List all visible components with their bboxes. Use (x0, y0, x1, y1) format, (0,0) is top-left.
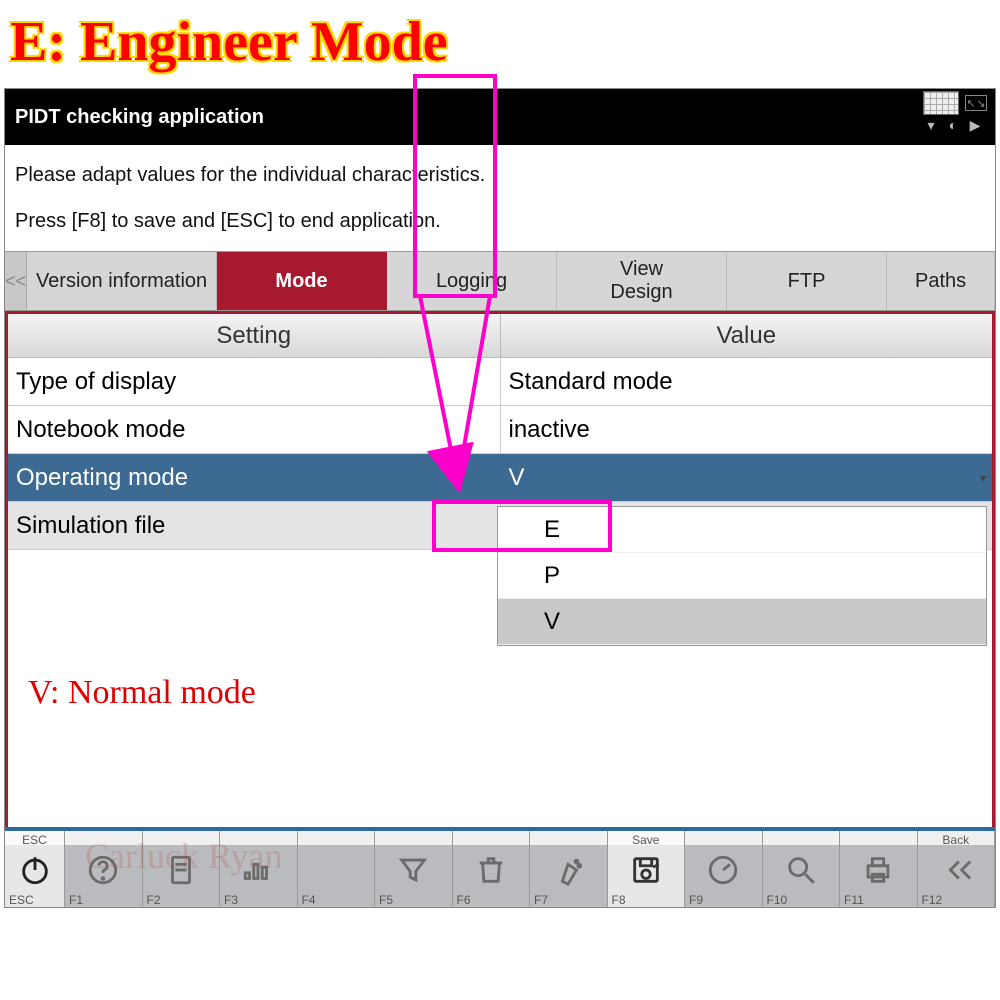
setting-label: Simulation file (8, 502, 500, 549)
setting-value[interactable]: V (500, 454, 993, 501)
dropdown-option-e[interactable]: E (498, 507, 986, 553)
tab-view-design[interactable]: View Design (557, 252, 727, 310)
dropdown-toggle-icon[interactable]: ▾ (976, 454, 990, 502)
topbar-right-controls: ↖↘ (923, 91, 987, 115)
fkey-f6[interactable]: F6 (453, 831, 531, 907)
fkey-label-bottom: ESC (5, 893, 64, 907)
blank-icon (298, 847, 375, 893)
funnel-icon[interactable]: ▾ (923, 117, 939, 133)
back-icon (918, 847, 995, 893)
setting-label: Type of display (8, 358, 500, 405)
settings-table: Setting Value Type of display Standard m… (5, 311, 995, 893)
fkey-f5[interactable]: F5 (375, 831, 453, 907)
gauge-icon (685, 847, 762, 893)
tab-scroll-left[interactable]: << (5, 252, 27, 310)
operating-mode-dropdown: E P V (497, 506, 987, 646)
fkey-f9[interactable]: F9 (685, 831, 763, 907)
tab-version-information[interactable]: Version information (27, 252, 217, 310)
row-operating-mode[interactable]: Operating mode V (8, 454, 992, 502)
app-window: PIDT checking application ↖↘ ▾ ◐ ▶ Pleas… (4, 88, 996, 908)
trash-icon (453, 847, 530, 893)
tab-ftp[interactable]: FTP (727, 252, 887, 310)
instruction-line-1: Please adapt values for the individual c… (15, 157, 985, 193)
printer-icon (840, 847, 917, 893)
search-icon (763, 847, 840, 893)
annotation-engineer-mode: E: Engineer Mode (10, 10, 448, 74)
fkey-f7[interactable]: F7 (530, 831, 608, 907)
fkey-f3[interactable]: F3 (220, 831, 298, 907)
save-icon (608, 847, 685, 893)
column-header-setting[interactable]: Setting (8, 314, 500, 358)
fkey-label-top: ESC (22, 833, 47, 847)
column-header-value[interactable]: Value (500, 314, 993, 358)
tab-logging[interactable]: Logging (387, 252, 557, 310)
fkey-f10[interactable]: F10 (763, 831, 841, 907)
tab-mode[interactable]: Mode (217, 252, 387, 310)
fkey-f2[interactable]: F2 (143, 831, 221, 907)
expand-icon[interactable]: ↖↘ (965, 95, 987, 111)
function-key-bar: ESC ESC F1 F2 F3 F4 F (5, 827, 995, 907)
dropdown-option-v[interactable]: V (498, 599, 986, 645)
help-icon (65, 847, 142, 893)
annotation-normal-mode: V: Normal mode (28, 674, 256, 712)
window-topbar: PIDT checking application ↖↘ ▾ ◐ ▶ (5, 89, 995, 145)
fkey-f8-save[interactable]: Save F8 (608, 831, 686, 907)
setting-label: Operating mode (8, 454, 500, 501)
fkey-f11[interactable]: F11 (840, 831, 918, 907)
setting-label: Notebook mode (8, 406, 500, 453)
fkey-f1[interactable]: F1 (65, 831, 143, 907)
play-icon[interactable]: ▶ (967, 117, 983, 133)
fkey-f4[interactable]: F4 (298, 831, 376, 907)
table-header-row: Setting Value (8, 314, 992, 358)
circle-icon[interactable]: ◐ (945, 117, 961, 133)
row-type-of-display[interactable]: Type of display Standard mode (8, 358, 992, 406)
dropdown-option-p[interactable]: P (498, 553, 986, 599)
fkey-label-top: Back (942, 833, 969, 847)
topbar-tool-icons: ▾ ◐ ▶ (923, 117, 983, 133)
tab-paths[interactable]: Paths (887, 252, 995, 310)
fkey-esc[interactable]: ESC ESC (5, 831, 65, 907)
signal-icon (220, 847, 297, 893)
tab-bar: << Version information Mode Logging View… (5, 251, 995, 311)
fkey-label-top: Save (632, 833, 659, 847)
grid-menu-icon[interactable] (923, 91, 959, 115)
funnel-icon (375, 847, 452, 893)
app-title: PIDT checking application (15, 106, 264, 129)
setting-value[interactable]: Standard mode (500, 358, 993, 405)
instruction-block: Please adapt values for the individual c… (5, 145, 995, 251)
spray-icon (530, 847, 607, 893)
power-icon (5, 847, 64, 893)
document-icon (143, 847, 220, 893)
row-notebook-mode[interactable]: Notebook mode inactive (8, 406, 992, 454)
setting-value[interactable]: inactive (500, 406, 993, 453)
fkey-f12-back[interactable]: Back F12 (918, 831, 996, 907)
instruction-line-2: Press [F8] to save and [ESC] to end appl… (15, 203, 985, 239)
